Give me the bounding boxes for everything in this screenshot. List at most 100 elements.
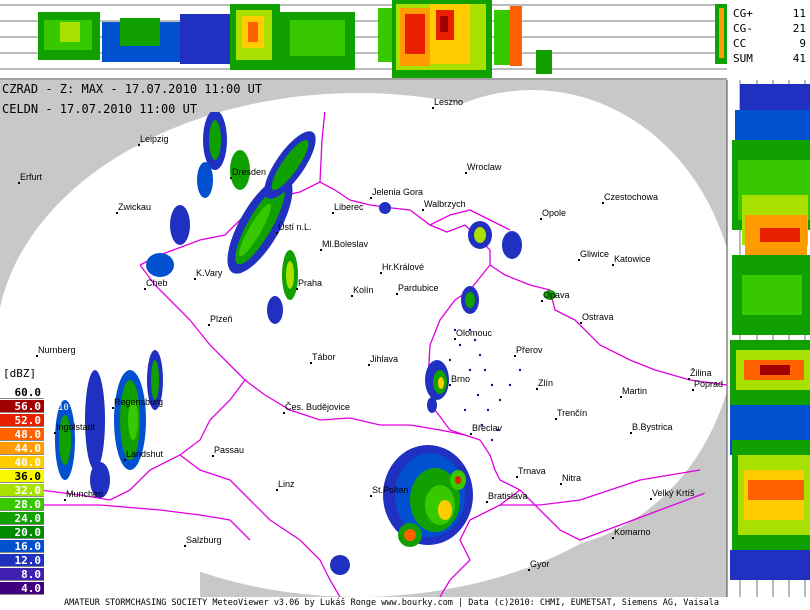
city-marker <box>144 288 146 290</box>
city-name: Cheb <box>146 278 168 288</box>
counter-value: 41 <box>792 52 806 65</box>
city-marker <box>454 338 456 340</box>
city-name: Tábor <box>312 352 336 362</box>
city-name: Trenčín <box>557 408 587 418</box>
city-name: Velký Krtíš <box>652 488 695 498</box>
city-marker <box>283 412 285 414</box>
city-name: Regensburg <box>114 397 163 407</box>
city-name: St.Polten <box>372 485 409 495</box>
legend-entry: 36.0 <box>0 470 44 483</box>
rain-scale-01: 0.1 <box>58 562 75 572</box>
city-marker <box>465 172 467 174</box>
city-marker <box>310 362 312 364</box>
city-marker <box>230 177 232 179</box>
legend-entry: 8.0 <box>0 568 44 581</box>
rain-scale-10: 10 <box>58 403 69 413</box>
city-name: Erfurt <box>20 172 43 182</box>
legend-title: [dBZ] <box>3 367 37 380</box>
city-marker <box>368 364 370 366</box>
city-marker <box>18 182 20 184</box>
city-name: Opava <box>543 290 570 300</box>
city-marker <box>370 495 372 497</box>
city-marker <box>536 388 538 390</box>
city-name: Leszno <box>434 97 463 107</box>
city-name: Dresden <box>232 167 266 177</box>
city-name: Liberec <box>334 202 364 212</box>
city-name: Wroclaw <box>467 162 502 172</box>
city-name: Martin <box>622 386 647 396</box>
city-marker <box>351 295 353 297</box>
legend-entry: 12.0 <box>0 554 44 567</box>
city-marker <box>64 499 66 501</box>
city-name: Hr.Králové <box>382 262 424 272</box>
city-marker <box>692 389 694 391</box>
city-name: Zwickau <box>118 202 151 212</box>
city-marker <box>486 501 488 503</box>
city-name: Walbrzych <box>424 199 466 209</box>
counter-value: 21 <box>792 22 806 35</box>
city-name: Přerov <box>516 345 543 355</box>
city-name: Ústí n.L. <box>278 222 312 232</box>
rain-scale-1: 1 <box>72 523 78 533</box>
legend-entry: 16.0 <box>0 540 44 553</box>
city-name: Nitra <box>562 473 581 483</box>
legend-entry: 20.0 <box>0 526 44 539</box>
legend-entry: 28.0 <box>0 498 44 511</box>
city-marker <box>54 432 56 434</box>
city-marker <box>449 384 451 386</box>
city-name: Nurnberg <box>38 345 76 355</box>
city-name: Gliwice <box>580 249 609 259</box>
city-marker <box>212 455 214 457</box>
city-name: Čes. Budějovice <box>285 402 350 412</box>
counter-label: CG+ <box>733 7 753 20</box>
city-marker <box>620 396 622 398</box>
city-marker <box>370 197 372 199</box>
city-name: Passau <box>214 445 244 455</box>
city-name: Ml.Boleslav <box>322 239 369 249</box>
city-marker <box>194 278 196 280</box>
counter-label: CG- <box>733 22 753 35</box>
city-marker <box>580 322 582 324</box>
city-name: Olomouc <box>456 328 493 338</box>
city-name: Trnava <box>518 466 546 476</box>
city-marker <box>432 107 434 109</box>
counter-value: 11 <box>792 7 806 20</box>
city-marker <box>396 293 398 295</box>
city-name: Brno <box>451 374 470 384</box>
city-name: Munchen <box>66 489 103 499</box>
counter-cg-plus: CG+ 11 <box>733 7 808 20</box>
city-name: Ostrava <box>582 312 614 322</box>
legend-entry: 56.0 <box>0 400 44 413</box>
city-name: Plzeň <box>210 314 233 324</box>
city-name: Czestochowa <box>604 192 658 202</box>
city-marker <box>320 249 322 251</box>
city-marker <box>36 355 38 357</box>
counter-label: SUM <box>733 52 753 65</box>
city-marker <box>124 459 126 461</box>
credit-footer: AMATEUR STORMCHASING SOCIETY MeteoViewer… <box>0 597 810 610</box>
city-marker <box>650 498 652 500</box>
city-name: Komarno <box>614 527 651 537</box>
legend-entry: 44.0 <box>0 442 44 455</box>
city-marker <box>116 212 118 214</box>
city-marker <box>184 545 186 547</box>
counter-sum: SUM 41 <box>733 52 808 65</box>
city-marker <box>560 483 562 485</box>
city-marker <box>612 537 614 539</box>
counter-label: CC <box>733 37 747 50</box>
city-name: Linz <box>278 479 295 489</box>
city-name: K.Vary <box>196 268 223 278</box>
counter-cc: CC 9 <box>733 37 808 50</box>
city-name: Zlín <box>538 378 553 388</box>
city-marker <box>578 259 580 261</box>
city-marker <box>555 418 557 420</box>
city-marker <box>514 355 516 357</box>
city-name: Jelenia Gora <box>372 187 423 197</box>
city-name: Břeclav <box>472 423 503 433</box>
city-marker <box>296 288 298 290</box>
legend-entry: 52.0 <box>0 414 44 427</box>
credit-text: AMATEUR STORMCHASING SOCIETY MeteoViewer… <box>64 598 720 608</box>
legend-entry: 48.0 <box>0 428 44 441</box>
city-name: Pardubice <box>398 283 439 293</box>
city-name: Praha <box>298 278 322 288</box>
